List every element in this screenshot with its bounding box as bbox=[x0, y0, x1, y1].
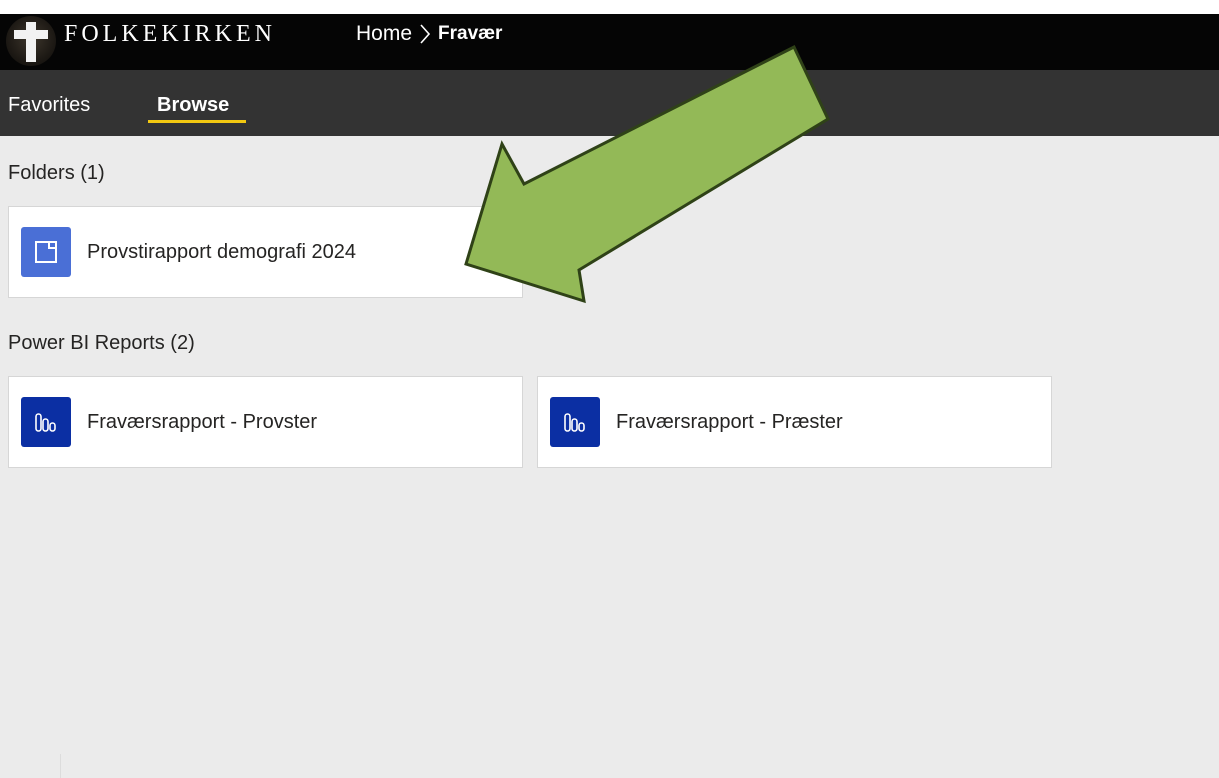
tab-browse[interactable]: Browse bbox=[157, 92, 229, 118]
folder-card[interactable]: Provstirapport demografi 2024 bbox=[8, 206, 523, 298]
nav-bar: Favorites Browse bbox=[0, 70, 1219, 136]
breadcrumb: Home Fravær bbox=[356, 20, 502, 48]
report-card-label: Fraværsrapport - Provster bbox=[87, 411, 318, 433]
folders-section-title: Folders (1) bbox=[8, 162, 105, 184]
folder-card-label: Provstirapport demografi 2024 bbox=[87, 241, 357, 263]
folkekirken-cross-logo-icon[interactable] bbox=[6, 16, 56, 66]
report-card-praester[interactable]: Fraværsrapport - Præster bbox=[537, 376, 1052, 468]
power-bi-report-icon bbox=[21, 397, 71, 447]
top-bar: FOLKEKIRKEN Home Fravær bbox=[0, 14, 1219, 70]
cross-vertical bbox=[26, 22, 36, 62]
report-card-provster[interactable]: Fraværsrapport - Provster bbox=[8, 376, 523, 468]
browser-viewport: FOLKEKIRKEN Home Fravær Favorites Browse… bbox=[0, 14, 1219, 778]
scroll-edge bbox=[60, 754, 61, 778]
breadcrumb-home-link[interactable]: Home bbox=[356, 20, 412, 48]
folder-icon bbox=[21, 227, 71, 277]
cross-horizontal bbox=[14, 30, 48, 39]
brand-name[interactable]: FOLKEKIRKEN bbox=[64, 19, 276, 49]
tab-favorites[interactable]: Favorites bbox=[8, 92, 90, 118]
power-bi-report-icon bbox=[550, 397, 600, 447]
breadcrumb-current: Fravær bbox=[438, 23, 503, 44]
active-tab-indicator bbox=[148, 120, 246, 123]
reports-section-title: Power BI Reports (2) bbox=[8, 332, 195, 354]
chevron-right-icon bbox=[420, 24, 431, 44]
report-card-label: Fraværsrapport - Præster bbox=[616, 411, 843, 433]
